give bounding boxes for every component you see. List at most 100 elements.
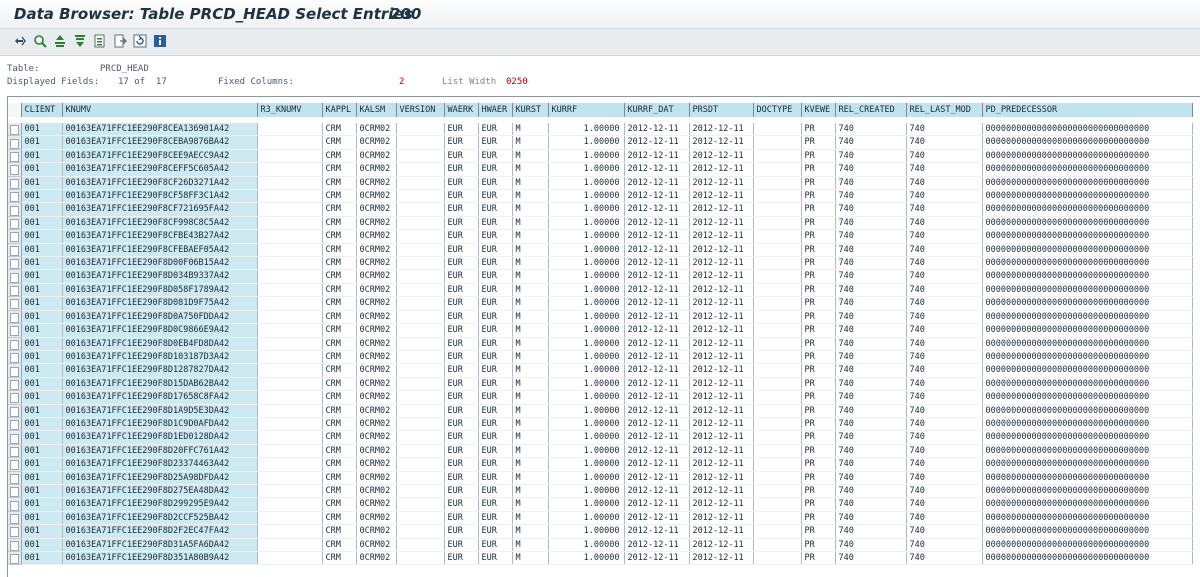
cell-version[interactable] bbox=[396, 243, 445, 258]
cell-waerk[interactable]: EUR bbox=[444, 283, 479, 298]
column-header-prsdt[interactable]: PRSDT bbox=[689, 103, 754, 117]
column-header-hwaer[interactable]: HWAER bbox=[478, 103, 513, 117]
cell-version[interactable] bbox=[396, 377, 445, 392]
cell-kappl[interactable]: CRM bbox=[322, 484, 357, 499]
cell-waerk[interactable]: EUR bbox=[444, 202, 479, 217]
cell-rel-last-mod[interactable]: 740 bbox=[906, 484, 983, 499]
cell-hwaer[interactable]: EUR bbox=[478, 390, 513, 405]
cell-kvewe[interactable]: PR bbox=[801, 497, 836, 512]
cell-prsdt[interactable]: 2012-12-11 bbox=[689, 471, 754, 485]
cell-waerk[interactable]: EUR bbox=[444, 457, 479, 472]
cell-kurst[interactable]: M bbox=[512, 511, 549, 526]
cell-hwaer[interactable]: EUR bbox=[478, 176, 513, 191]
cell-kappl[interactable]: CRM bbox=[322, 216, 357, 231]
cell-kappl[interactable]: CRM bbox=[322, 283, 357, 298]
cell-version[interactable] bbox=[396, 123, 445, 137]
cell-prsdt[interactable]: 2012-12-11 bbox=[689, 363, 754, 378]
cell-r3-knumv[interactable] bbox=[257, 296, 323, 311]
details-icon[interactable] bbox=[32, 33, 48, 49]
table-row[interactable]: 001 00163EA71FFC1EE290F8D1ED0128DA42 CRM 0C… bbox=[8, 430, 1193, 445]
cell-client[interactable]: 001 bbox=[21, 511, 63, 526]
cell-client[interactable]: 001 bbox=[21, 162, 63, 177]
cell-prsdt[interactable]: 2012-12-11 bbox=[689, 243, 754, 258]
cell-kurrf[interactable]: 1.00000 bbox=[548, 444, 625, 459]
column-header-version[interactable]: VERSION bbox=[396, 103, 445, 117]
cell-kappl[interactable]: CRM bbox=[322, 323, 357, 338]
cell-doctype[interactable] bbox=[753, 229, 802, 244]
cell-kurst[interactable]: M bbox=[512, 551, 549, 566]
column-header-r3-knumv[interactable]: R3_KNUMV bbox=[257, 103, 323, 117]
cell-version[interactable] bbox=[396, 390, 445, 405]
cell-rel-created[interactable]: 740 bbox=[835, 123, 907, 137]
table-row[interactable]: 001 00163EA71FFC1EE290F8D2F2EC47FA42 CRM 0C… bbox=[8, 524, 1193, 539]
cell-kurrf-dat[interactable]: 2012-12-11 bbox=[624, 296, 690, 311]
cell-knumv[interactable]: 00163EA71FFC1EE290F8D1A9D5E3DA42 bbox=[62, 404, 258, 418]
cell-kurst[interactable]: M bbox=[512, 323, 549, 338]
cell-kvewe[interactable]: PR bbox=[801, 538, 836, 553]
cell-kalsm[interactable]: 0CRM02 bbox=[356, 457, 397, 472]
cell-prsdt[interactable]: 2012-12-11 bbox=[689, 256, 754, 271]
cell-prsdt[interactable]: 2012-12-11 bbox=[689, 216, 754, 231]
table-row[interactable]: 001 00163EA71FFC1EE290F8CFEBAEF05A42 CRM 0C… bbox=[8, 243, 1193, 258]
cell-rel-last-mod[interactable]: 740 bbox=[906, 404, 983, 418]
cell-hwaer[interactable]: EUR bbox=[478, 430, 513, 445]
table-row[interactable]: 001 00163EA71FFC1EE290F8D081D9F75A42 CRM 0C… bbox=[8, 296, 1193, 311]
cell-rel-last-mod[interactable]: 740 bbox=[906, 310, 983, 325]
cell-rel-last-mod[interactable]: 740 bbox=[906, 497, 983, 512]
cell-pd-predecessor[interactable]: 00000000000000000000000000000000 bbox=[982, 296, 1193, 311]
cell-rel-created[interactable]: 740 bbox=[835, 471, 907, 485]
cell-kvewe[interactable]: PR bbox=[801, 551, 836, 566]
row-select-checkbox[interactable] bbox=[8, 296, 22, 311]
cell-pd-predecessor[interactable]: 00000000000000000000000000000000 bbox=[982, 457, 1193, 472]
cell-prsdt[interactable]: 2012-12-11 bbox=[689, 135, 754, 150]
cell-waerk[interactable]: EUR bbox=[444, 484, 479, 499]
cell-kurst[interactable]: M bbox=[512, 283, 549, 298]
cell-kurst[interactable]: M bbox=[512, 524, 549, 539]
cell-pd-predecessor[interactable]: 00000000000000000000000000000000 bbox=[982, 497, 1193, 512]
cell-pd-predecessor[interactable]: 00000000000000000000000000000000 bbox=[982, 471, 1193, 485]
cell-kvewe[interactable]: PR bbox=[801, 457, 836, 472]
cell-kvewe[interactable]: PR bbox=[801, 269, 836, 284]
cell-knumv[interactable]: 00163EA71FFC1EE290F8CF58FF3C1A42 bbox=[62, 189, 258, 204]
cell-kvewe[interactable]: PR bbox=[801, 149, 836, 164]
cell-rel-last-mod[interactable]: 740 bbox=[906, 390, 983, 405]
cell-client[interactable]: 001 bbox=[21, 471, 63, 485]
cell-waerk[interactable]: EUR bbox=[444, 296, 479, 311]
cell-r3-knumv[interactable] bbox=[257, 511, 323, 526]
cell-kurst[interactable]: M bbox=[512, 484, 549, 499]
row-select-checkbox[interactable] bbox=[8, 363, 22, 378]
cell-doctype[interactable] bbox=[753, 404, 802, 418]
cell-doctype[interactable] bbox=[753, 189, 802, 204]
column-header-pd-predecessor[interactable]: PD_PREDECESSOR bbox=[982, 103, 1193, 117]
cell-rel-created[interactable]: 740 bbox=[835, 310, 907, 325]
cell-kvewe[interactable]: PR bbox=[801, 323, 836, 338]
cell-rel-created[interactable]: 740 bbox=[835, 269, 907, 284]
cell-kappl[interactable]: CRM bbox=[322, 256, 357, 271]
cell-kalsm[interactable]: 0CRM02 bbox=[356, 123, 397, 137]
cell-rel-created[interactable]: 740 bbox=[835, 149, 907, 164]
cell-kurrf[interactable]: 1.00000 bbox=[548, 511, 625, 526]
cell-knumv[interactable]: 00163EA71FFC1EE290F8D15DAB62BA42 bbox=[62, 377, 258, 392]
cell-hwaer[interactable]: EUR bbox=[478, 189, 513, 204]
cell-knumv[interactable]: 00163EA71FFC1EE290F8D2CCF525BA42 bbox=[62, 511, 258, 526]
cell-client[interactable]: 001 bbox=[21, 189, 63, 204]
cell-r3-knumv[interactable] bbox=[257, 229, 323, 244]
cell-version[interactable] bbox=[396, 229, 445, 244]
cell-kurrf[interactable]: 1.00000 bbox=[548, 377, 625, 392]
cell-kappl[interactable]: CRM bbox=[322, 390, 357, 405]
table-row[interactable]: 001 00163EA71FFC1EE290F8D0EB4FD8DA42 CRM 0C… bbox=[8, 337, 1193, 351]
cell-version[interactable] bbox=[396, 511, 445, 526]
cell-kurrf-dat[interactable]: 2012-12-11 bbox=[624, 350, 690, 365]
cell-pd-predecessor[interactable]: 00000000000000000000000000000000 bbox=[982, 202, 1193, 217]
cell-kvewe[interactable]: PR bbox=[801, 162, 836, 177]
cell-kalsm[interactable]: 0CRM02 bbox=[356, 296, 397, 311]
cell-doctype[interactable] bbox=[753, 149, 802, 164]
cell-kurrf[interactable]: 1.00000 bbox=[548, 229, 625, 244]
cell-prsdt[interactable]: 2012-12-11 bbox=[689, 511, 754, 526]
cell-kappl[interactable]: CRM bbox=[322, 189, 357, 204]
cell-kalsm[interactable]: 0CRM02 bbox=[356, 377, 397, 392]
table-row[interactable]: 001 00163EA71FFC1EE290F8D00F06B15A42 CRM 0C… bbox=[8, 256, 1193, 271]
cell-kurrf-dat[interactable]: 2012-12-11 bbox=[624, 216, 690, 231]
cell-kappl[interactable]: CRM bbox=[322, 123, 357, 137]
table-row[interactable]: 001 00163EA71FFC1EE290F8CF26D3271A42 CRM 0C… bbox=[8, 176, 1193, 191]
